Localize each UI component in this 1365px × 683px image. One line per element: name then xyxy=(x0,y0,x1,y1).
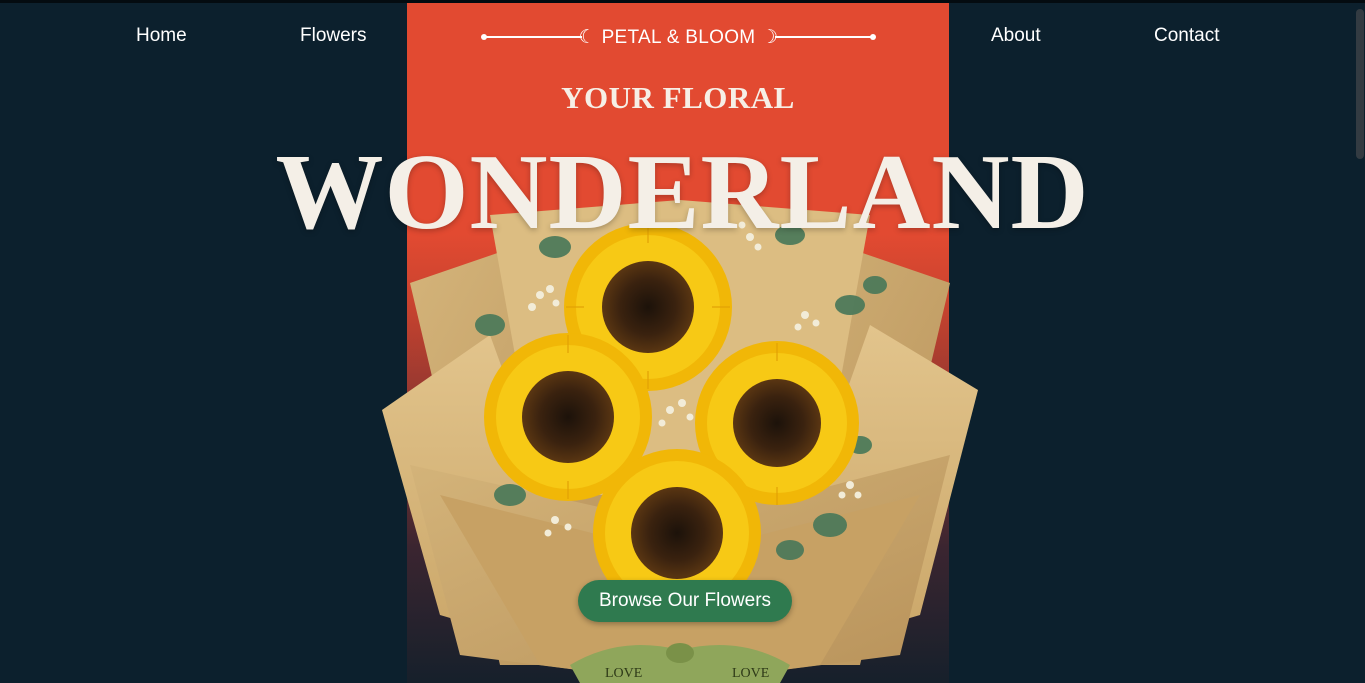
page-scrollbar[interactable] xyxy=(1355,3,1365,683)
ribbon-text-left: LOVE xyxy=(605,666,642,681)
browse-flowers-button[interactable]: Browse Our Flowers xyxy=(578,580,792,622)
brand-left-rule xyxy=(484,36,582,38)
brand-name: ☾ PETAL & BLOOM ☽ xyxy=(578,26,779,48)
hero-eyebrow: YOUR FLORAL xyxy=(561,80,795,115)
brand-logo[interactable]: ☾ PETAL & BLOOM ☽ xyxy=(480,25,877,49)
nav-link-about[interactable]: About xyxy=(991,25,1041,47)
brand-right-dot xyxy=(870,34,876,40)
scrollbar-thumb[interactable] xyxy=(1356,9,1364,159)
hero-headline: WONDERLAND xyxy=(275,133,1090,252)
nav-link-flowers[interactable]: Flowers xyxy=(300,25,367,47)
nav-link-contact[interactable]: Contact xyxy=(1154,25,1219,47)
nav-link-home[interactable]: Home xyxy=(136,25,187,47)
brand-right-rule xyxy=(775,36,873,38)
ribbon-text-right: LOVE xyxy=(732,666,769,681)
